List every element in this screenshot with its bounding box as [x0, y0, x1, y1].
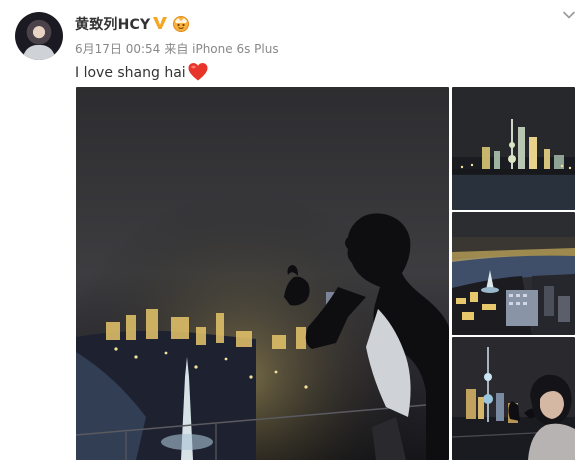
verified-badge-icon[interactable]: [152, 15, 168, 31]
member-crown-icon[interactable]: [171, 14, 191, 32]
post-photo-main[interactable]: [76, 87, 449, 460]
chevron-down-icon[interactable]: [562, 8, 576, 22]
red-heart-emoji-icon: [188, 63, 208, 81]
post-photo-thumbnail-1[interactable]: [452, 87, 575, 210]
post-source: 来自 iPhone 6s Plus: [164, 42, 279, 56]
post-photo-thumbnail-2[interactable]: [452, 212, 575, 335]
post-text: I love shang hai: [75, 62, 209, 82]
post-body: I love shang hai: [75, 65, 186, 81]
avatar[interactable]: [15, 12, 63, 60]
post-date[interactable]: 6月17日 00:54: [75, 42, 160, 56]
username[interactable]: 黄致列HCY: [75, 14, 150, 34]
post-photo-thumbnail-3[interactable]: [452, 337, 575, 460]
post-meta: 6月17日 00:54 来自 iPhone 6s Plus: [75, 40, 283, 57]
